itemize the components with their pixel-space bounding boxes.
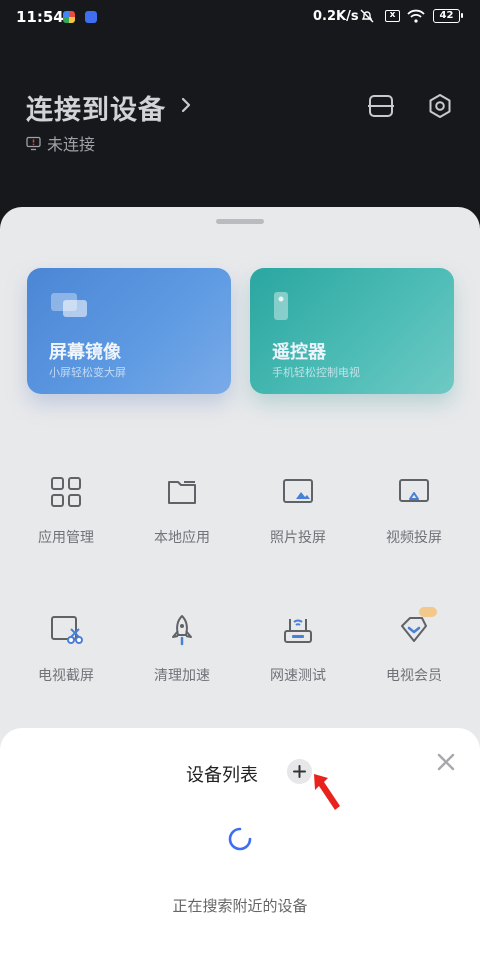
grid-label: 清理加速 bbox=[154, 668, 210, 684]
apps-grid-icon bbox=[51, 477, 81, 507]
app-notification-icon bbox=[63, 11, 75, 23]
photo-cast-icon bbox=[283, 479, 313, 503]
grid-label: 电视截屏 bbox=[38, 668, 94, 684]
search-status: 正在搜索附近的设备 bbox=[172, 897, 308, 915]
battery-icon: 42 bbox=[433, 9, 463, 23]
vip-badge bbox=[419, 607, 437, 617]
status-bar: 11:54 0.2K/s x 42 bbox=[0, 0, 480, 34]
folder-icon bbox=[168, 481, 196, 504]
chevron-right-icon[interactable] bbox=[180, 96, 192, 114]
grid-label: 本地应用 bbox=[154, 530, 210, 546]
network-speed: 0.2K/s bbox=[313, 9, 359, 24]
vip-diamond-icon bbox=[401, 617, 427, 642]
tv-screenshot-icon bbox=[51, 616, 83, 644]
grid-item-video-cast[interactable]: 视频投屏 bbox=[359, 475, 469, 547]
screen-mirror-card[interactable]: 屏幕镜像 小屏轻松变大屏 bbox=[27, 268, 231, 394]
remote-control-icon bbox=[274, 292, 288, 320]
connection-status-label: 未连接 bbox=[47, 135, 96, 154]
gallery-notification-icon bbox=[85, 11, 97, 23]
grid-item-cleanup[interactable]: 清理加速 bbox=[127, 613, 237, 685]
grid-item-tv-screenshot[interactable]: 电视截屏 bbox=[11, 613, 121, 685]
grid-item-app-manager[interactable]: 应用管理 bbox=[11, 475, 121, 547]
screen-mirror-title: 屏幕镜像 bbox=[49, 342, 121, 363]
mute-bell-icon bbox=[360, 9, 374, 23]
grid-label: 照片投屏 bbox=[270, 530, 326, 546]
page-title[interactable]: 连接到设备 bbox=[26, 88, 166, 127]
video-cast-icon bbox=[399, 479, 429, 502]
drag-handle[interactable] bbox=[216, 219, 264, 224]
status-time: 11:54 bbox=[16, 8, 64, 26]
close-icon[interactable] bbox=[436, 752, 456, 772]
router-icon bbox=[284, 619, 312, 643]
remote-control-title: 遥控器 bbox=[272, 342, 326, 363]
add-device-button[interactable] bbox=[287, 759, 312, 784]
remote-control-card[interactable]: 遥控器 手机轻松控制电视 bbox=[250, 268, 454, 394]
grid-item-tv-vip[interactable]: 电视会员 bbox=[359, 607, 469, 685]
remote-control-subtitle: 手机轻松控制电视 bbox=[272, 366, 360, 379]
grid-label: 视频投屏 bbox=[386, 530, 442, 546]
connection-status: 未连接 bbox=[26, 131, 95, 155]
screen-mirror-subtitle: 小屏轻松变大屏 bbox=[49, 366, 126, 379]
grid-label: 应用管理 bbox=[38, 530, 94, 546]
tv-disconnected-icon bbox=[26, 136, 41, 150]
settings-icon[interactable] bbox=[427, 93, 453, 119]
scan-icon[interactable] bbox=[368, 94, 394, 118]
loading-spinner-icon bbox=[228, 827, 252, 851]
grid-item-photo-cast[interactable]: 照片投屏 bbox=[243, 475, 353, 547]
sim-off-icon: x bbox=[385, 10, 400, 22]
annotation-arrow-icon bbox=[314, 774, 340, 810]
grid-item-local-apps[interactable]: 本地应用 bbox=[127, 475, 237, 547]
wifi-icon bbox=[407, 9, 425, 23]
device-list-dialog: 设备列表 正在搜索附近的设备 bbox=[0, 728, 480, 960]
grid-item-speed-test[interactable]: 网速测试 bbox=[243, 613, 353, 685]
screen-mirror-icon bbox=[51, 293, 87, 317]
grid-label: 电视会员 bbox=[386, 668, 442, 684]
device-list-title: 设备列表 bbox=[186, 765, 258, 786]
rocket-icon bbox=[172, 615, 192, 646]
grid-label: 网速测试 bbox=[270, 668, 326, 684]
